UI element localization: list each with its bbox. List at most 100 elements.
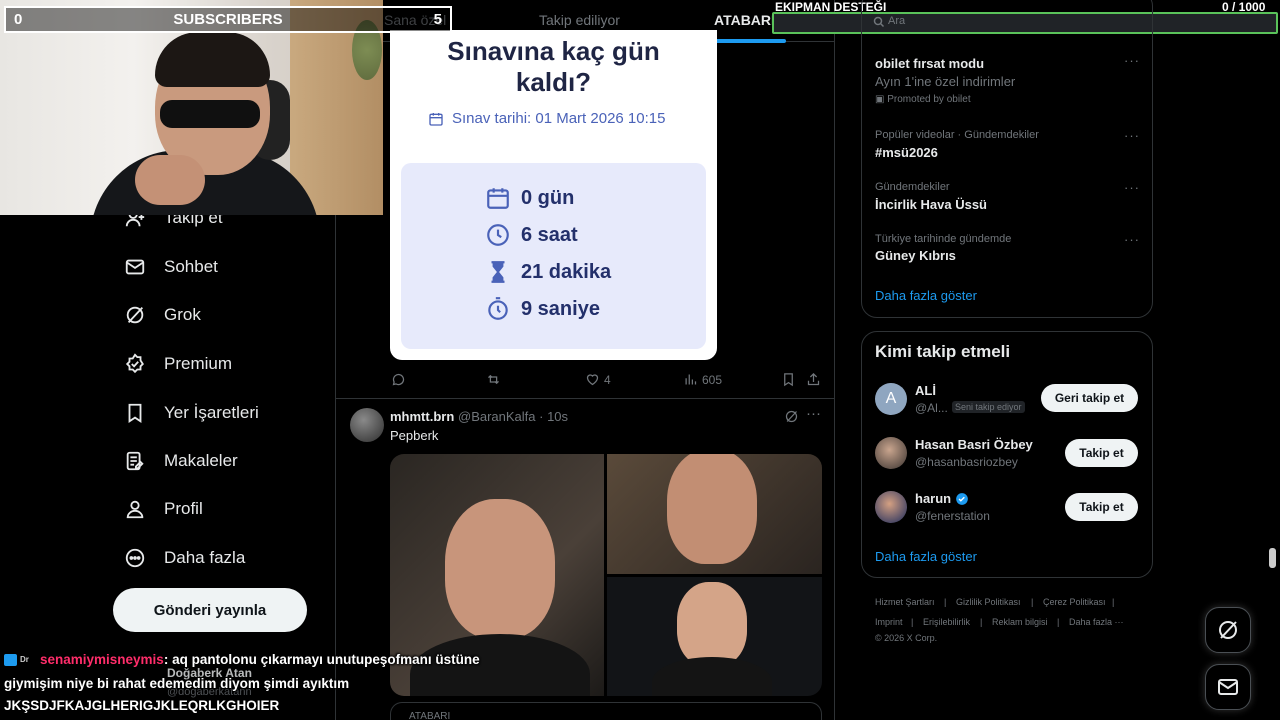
follow-handle: @Al...: [915, 401, 948, 415]
footer-copyright: © 2026 X Corp.: [875, 633, 938, 643]
media-photo-2[interactable]: [607, 454, 822, 574]
tab-atabari[interactable]: ATABARI: [714, 12, 775, 28]
nav-item-chat[interactable]: Sohbet: [124, 252, 218, 282]
follow-name[interactable]: ALİ: [915, 383, 936, 398]
grok-float-button[interactable]: [1205, 607, 1251, 653]
trend-more-icon[interactable]: ···: [1124, 180, 1140, 195]
countdown-title-line1: Sınavına kaç gün: [447, 36, 660, 66]
footer-separator: |: [1112, 597, 1115, 607]
next-tweet-preview: ATABARI: [390, 702, 822, 720]
tweet-author-name[interactable]: mhmtt.brn: [390, 409, 454, 424]
heart-icon: [586, 374, 599, 386]
chat-message-line2: giymişim niye bi rahat edemedim diyom şi…: [4, 676, 350, 691]
nav-item-more[interactable]: Daha fazla: [124, 543, 245, 573]
follow-show-more-link[interactable]: Daha fazla göster: [875, 549, 977, 564]
chat-message-line3: JKŞSDJFKAJGLHERIGJKLEQRLKGHOIER: [4, 698, 280, 713]
countdown-title-line2: kaldı?: [515, 67, 592, 97]
follow-back-button[interactable]: Geri takip et: [1041, 384, 1138, 412]
post-button[interactable]: Gönderi yayınla: [113, 588, 307, 632]
chat-badge-icon: [4, 654, 17, 666]
bookmark-icon: [784, 373, 793, 387]
tweet-author-handle[interactable]: @BaranKalfa · 10s: [458, 409, 568, 424]
nav-label-grok: Grok: [164, 305, 201, 324]
footer-link-privacy[interactable]: Gizlilik Politikası: [956, 597, 1021, 607]
nav-item-profile[interactable]: Profil: [124, 494, 203, 524]
reply-button[interactable]: [391, 372, 406, 387]
follow-button[interactable]: Takip et: [1065, 439, 1138, 467]
grok-icon: [1219, 621, 1237, 639]
trend-category: Türkiye tarihinde gündemde: [875, 233, 1012, 245]
footer-separator: |: [980, 617, 983, 627]
trend-more-icon[interactable]: ···: [1124, 53, 1140, 68]
countdown-minutes: 21 dakika: [485, 259, 611, 285]
footer-link-cookies[interactable]: Çerez Politikası: [1043, 597, 1106, 607]
repost-button[interactable]: [486, 372, 501, 387]
calendar-icon: [487, 188, 509, 209]
avatar[interactable]: [350, 408, 384, 442]
nav-label-articles: Makaleler: [164, 451, 238, 470]
more-options-icon[interactable]: ···: [806, 405, 821, 422]
countdown-card-image[interactable]: Sınavına kaç gün kaldı? Sınav tarihi: 01…: [390, 30, 717, 360]
verified-icon: [125, 353, 144, 374]
trend-title[interactable]: Güney Kıbrıs: [875, 248, 956, 263]
nav-item-premium[interactable]: Premium: [124, 349, 232, 379]
footer-link-more[interactable]: Daha fazla ···: [1069, 617, 1124, 627]
footer-separator: |: [944, 597, 947, 607]
avatar[interactable]: [875, 437, 907, 469]
nav-item-bookmarks[interactable]: Yer İşaretleri: [124, 398, 259, 428]
grok-icon[interactable]: [784, 409, 799, 424]
follow-button[interactable]: Takip et: [1065, 493, 1138, 521]
who-to-follow-title: Kimi takip etmeli: [875, 342, 1011, 361]
chat-username: senamiymisneymis: [40, 652, 164, 667]
seconds-value: 9 saniye: [521, 297, 600, 320]
minutes-value: 21 dakika: [521, 260, 612, 283]
footer-separator: |: [1057, 617, 1060, 627]
nav-label-premium: Premium: [164, 354, 233, 373]
footer-separator: |: [911, 617, 914, 627]
trend-title[interactable]: #msü2026: [875, 145, 938, 160]
follow-name-text: harun: [915, 491, 952, 506]
exam-date-text: Sınav tarihi: 01 Mart 2026 10:15: [452, 110, 666, 127]
trend-title[interactable]: İncirlik Hava Üssü: [875, 197, 987, 212]
trend-category: Gündemdekiler: [875, 181, 950, 193]
avatar[interactable]: A: [875, 383, 907, 415]
footer-link-imprint[interactable]: Imprint: [875, 617, 903, 627]
footer-link-accessibility[interactable]: Erişilebilirlik: [923, 617, 970, 627]
bookmark-button[interactable]: [781, 372, 796, 387]
trend-more-icon[interactable]: ···: [1124, 232, 1140, 247]
countdown-hours: 6 saat: [485, 222, 578, 248]
verified-badge-icon: [956, 492, 968, 505]
promoted-by-text: Promoted by obilet: [887, 94, 971, 105]
repost-icon: [488, 374, 499, 385]
trend-more-icon[interactable]: ···: [1124, 128, 1140, 143]
follow-name[interactable]: Hasan Basri Özbey: [915, 437, 1033, 452]
footer-link-terms[interactable]: Hizmet Şartları: [875, 597, 935, 607]
trend-promoted-title[interactable]: obilet fırsat modu: [875, 56, 984, 71]
nav-label-bookmarks: Yer İşaretleri: [164, 403, 259, 422]
like-button[interactable]: 4: [585, 372, 611, 387]
tweet-divider: [336, 398, 834, 399]
trend-category: Popüler videolar · Gündemdekiler: [875, 129, 1039, 141]
tab-following[interactable]: Takip ediliyor: [539, 12, 620, 28]
main-timeline: Sana özel Takip ediliyor ATABARI Sınavın…: [336, 0, 835, 720]
chat-text-1: : aq pantolonu çıkarmayı unutupeşofmanı …: [163, 652, 480, 667]
follow-handle: @fenerstation: [915, 509, 990, 523]
footer-link-ads[interactable]: Reklam bilgisi: [992, 617, 1048, 627]
grok-icon: [126, 306, 144, 324]
follow-name[interactable]: harun: [915, 491, 969, 506]
next-tweet-label: ATABARI: [409, 711, 451, 720]
chat-message-line1: senamiymisneymis: aq pantolonu çıkarmayı…: [40, 652, 480, 667]
share-button[interactable]: [806, 372, 821, 387]
countdown-days: 0 gün: [485, 185, 574, 211]
exam-date: Sınav tarihi: 01 Mart 2026 10:15: [428, 110, 665, 127]
avatar[interactable]: [875, 491, 907, 523]
trends-show-more-link[interactable]: Daha fazla göster: [875, 288, 977, 303]
page-scrollbar[interactable]: [1269, 548, 1276, 568]
nav-item-grok[interactable]: Grok: [124, 300, 201, 330]
tweet-text: Pepberk: [390, 428, 439, 443]
nav-item-articles[interactable]: Makaleler: [124, 446, 238, 476]
equipment-goal-count: 0 / 1000: [1222, 0, 1266, 14]
media-photo-3[interactable]: [607, 577, 822, 696]
messages-float-button[interactable]: [1205, 664, 1251, 710]
views-button[interactable]: 605: [683, 372, 722, 387]
